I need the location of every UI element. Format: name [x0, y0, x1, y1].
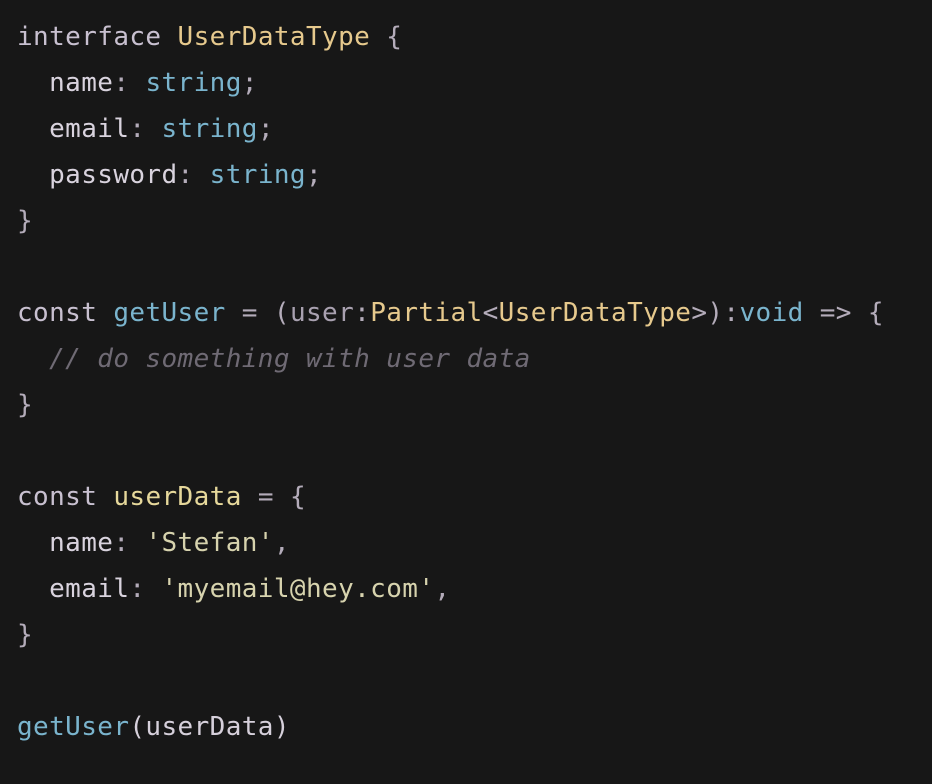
code-token-punct: }: [17, 620, 34, 650]
code-token-string: 'Stefan': [145, 528, 274, 558]
code-token-punct: ,: [273, 528, 290, 558]
code-block[interactable]: interface UserDataType { name: string; e…: [17, 14, 932, 750]
code-token-punct: :: [177, 160, 210, 190]
code-token-prop: name: [17, 528, 114, 558]
code-editor[interactable]: interface UserDataType { name: string; e…: [0, 0, 932, 784]
code-token-fn: getUser: [113, 298, 226, 328]
code-token-punct: :: [129, 114, 162, 144]
code-token-prop: password: [17, 160, 178, 190]
code-token-punct: :: [113, 68, 146, 98]
code-token-builtin: string: [209, 160, 306, 190]
code-line: }: [17, 382, 932, 428]
code-token-comment: // do something with user data: [17, 344, 531, 374]
code-token-punct: ;: [257, 114, 274, 144]
code-token-op: =: [225, 298, 274, 328]
code-token-punct: }: [17, 390, 34, 420]
code-line: email: 'myemail@hey.com',: [17, 566, 932, 612]
code-token-punct: ;: [241, 68, 258, 98]
code-line: email: string;: [17, 106, 932, 152]
code-token-var: userData: [113, 482, 242, 512]
code-token-prop: name: [17, 68, 114, 98]
code-line: interface UserDataType {: [17, 14, 932, 60]
code-token-keyword: interface: [17, 22, 162, 52]
code-token-keyword: const: [17, 482, 98, 512]
code-token-punct: :: [113, 528, 146, 558]
code-line: name: string;: [17, 60, 932, 106]
code-token-prop: email: [17, 574, 130, 604]
code-token-punct: }: [17, 206, 34, 236]
code-token-punct: ,: [434, 574, 451, 604]
code-line: password: string;: [17, 152, 932, 198]
code-line: }: [17, 612, 932, 658]
code-token-punct: <: [482, 298, 499, 328]
code-token-keyword: const: [17, 298, 98, 328]
code-token-op: = {: [241, 482, 306, 512]
code-token-param: user: [289, 298, 355, 328]
code-token-punct: >):: [691, 298, 740, 328]
code-token-punct: (: [273, 298, 290, 328]
code-token-prop: email: [17, 114, 130, 144]
code-token-builtin: string: [145, 68, 242, 98]
code-line: const getUser = (user:Partial<UserDataTy…: [17, 290, 932, 336]
code-token-string: 'myemail@hey.com': [161, 574, 435, 604]
code-token-type: Partial: [370, 298, 483, 328]
code-line: }: [17, 198, 932, 244]
code-line: name: 'Stefan',: [17, 520, 932, 566]
code-token-type: UserDataType: [498, 298, 692, 328]
code-line: const userData = {: [17, 474, 932, 520]
code-token-type: UserDataType: [177, 22, 371, 52]
code-token-punct: :: [129, 574, 162, 604]
code-token-fn: getUser: [17, 712, 130, 742]
code-line: // do something with user data: [17, 336, 932, 382]
code-token-plain: (userData): [129, 712, 290, 742]
code-line: getUser(userData): [17, 704, 932, 750]
code-token-punct: {: [370, 22, 403, 52]
code-token-builtin: void: [739, 298, 804, 328]
code-token-builtin: string: [161, 114, 258, 144]
code-token-op: => {: [803, 298, 884, 328]
code-token-punct: ;: [305, 160, 323, 190]
code-token-punct: :: [354, 298, 371, 328]
